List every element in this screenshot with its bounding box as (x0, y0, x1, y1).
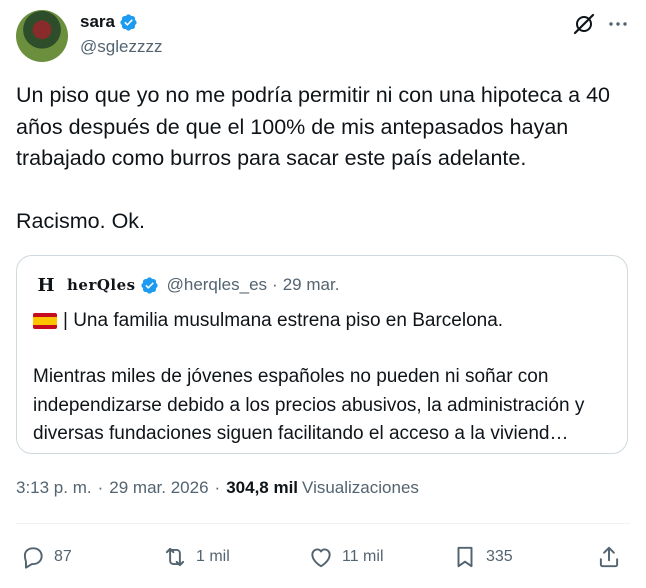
quoted-author-name[interactable]: herQles (67, 276, 136, 294)
separator-dot: · (272, 275, 278, 294)
tweet-time[interactable]: 3:13 p. m. (16, 478, 92, 498)
quoted-author-logo[interactable]: H (33, 274, 59, 296)
quoted-headline-text: | Una familia musulmana estrena piso en … (63, 310, 504, 331)
author-handle[interactable]: @sglezzzz (80, 37, 162, 57)
action-bar: 87 1 mil 11 mil 335 (16, 540, 630, 574)
quoted-headline: | Una familia musulmana estrena piso en … (33, 310, 503, 332)
bookmark-count: 335 (486, 548, 513, 565)
views-label[interactable]: Visualizaciones (302, 478, 419, 498)
bookmark-icon (457, 546, 473, 568)
tweet-text: Un piso que yo no me podría permitir ni … (16, 83, 611, 233)
like-button[interactable]: 11 mil (308, 540, 384, 574)
author-display-name[interactable]: sara (80, 12, 115, 32)
verified-badge-icon (140, 276, 158, 294)
reply-count: 87 (54, 548, 72, 565)
divider (16, 523, 630, 524)
separator-dot: · (214, 478, 221, 497)
like-count: 11 mil (342, 548, 384, 565)
quoted-tweet-body: Mientras miles de jóvenes españoles no p… (33, 366, 585, 444)
spain-flag-icon (33, 313, 57, 329)
separator-dot: · (97, 478, 104, 497)
quoted-author-handle[interactable]: @herqles_es (167, 275, 267, 295)
like-icon (311, 548, 331, 568)
share-button[interactable] (596, 540, 622, 574)
bookmark-button[interactable]: 335 (452, 540, 513, 574)
grok-icon[interactable] (572, 12, 596, 36)
tweet-date[interactable]: 29 mar. 2026 (109, 478, 208, 498)
views-count[interactable]: 304,8 mil (226, 478, 298, 498)
share-icon (599, 546, 619, 568)
quoted-tweet-date[interactable]: 29 mar. (283, 275, 340, 295)
reply-icon (23, 547, 43, 569)
verified-badge-icon (120, 13, 137, 31)
author-avatar[interactable] (16, 10, 68, 62)
author-name-row[interactable]: sara (80, 12, 138, 32)
repost-button[interactable]: 1 mil (162, 540, 230, 574)
repost-icon (165, 547, 185, 567)
more-options-icon[interactable] (606, 12, 630, 36)
reply-button[interactable]: 87 (20, 540, 72, 574)
repost-count: 1 mil (196, 548, 230, 565)
quoted-tweet[interactable]: H herQles @herqles_es · 29 mar. | Una fa… (16, 255, 628, 454)
quoted-tweet-header: H herQles @herqles_es · 29 mar. (33, 274, 339, 296)
tweet-meta: 3:13 p. m. · 29 mar. 2026 · 304,8 mil Vi… (16, 478, 419, 498)
